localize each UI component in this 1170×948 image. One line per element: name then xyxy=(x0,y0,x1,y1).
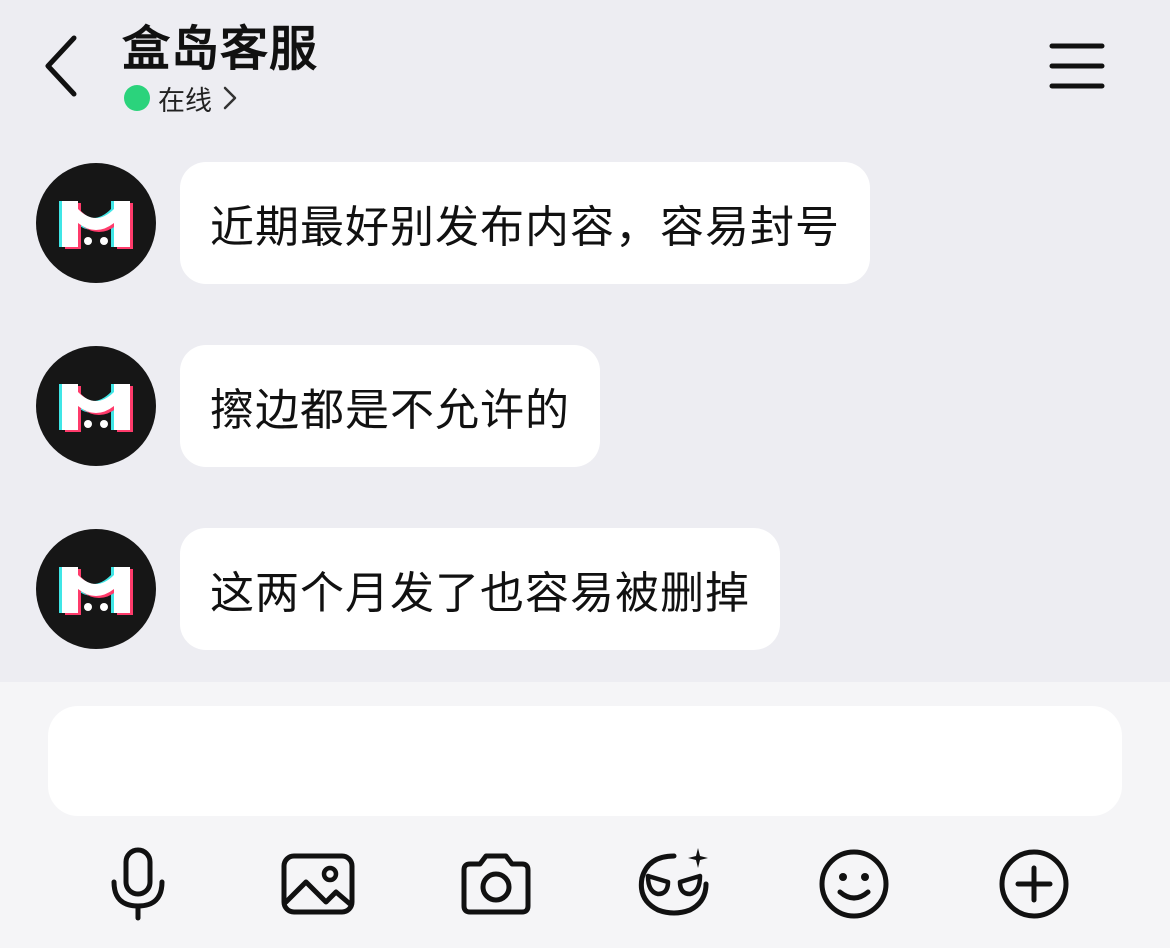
chat-header: 盒岛客服 在线 xyxy=(0,0,1170,130)
image-button[interactable] xyxy=(278,844,358,924)
page-title: 盒岛客服 xyxy=(122,21,319,77)
camera-button[interactable] xyxy=(456,844,536,924)
emoji-icon xyxy=(819,849,889,919)
back-button[interactable] xyxy=(36,30,92,102)
voice-button[interactable] xyxy=(98,844,178,924)
ai-assistant-button[interactable] xyxy=(634,844,714,924)
hamburger-menu-icon xyxy=(1049,43,1105,89)
emoji-button[interactable] xyxy=(814,844,894,924)
status-text: 在线 xyxy=(158,85,212,117)
more-button[interactable] xyxy=(994,844,1074,924)
message-row: 擦边都是不允许的 xyxy=(36,345,600,467)
plus-circle-icon xyxy=(999,849,1069,919)
message-bubble[interactable]: 近期最好别发布内容，容易封号 xyxy=(180,162,870,284)
avatar[interactable] xyxy=(36,163,156,283)
chevron-right-icon xyxy=(223,86,237,110)
brand-logo-icon xyxy=(59,201,133,249)
message-bubble[interactable]: 这两个月发了也容易被删掉 xyxy=(180,528,780,650)
avatar[interactable] xyxy=(36,529,156,649)
chevron-left-icon xyxy=(45,35,77,97)
message-input[interactable] xyxy=(48,706,1122,816)
camera-icon xyxy=(461,853,531,915)
online-dot-icon xyxy=(124,85,150,111)
chat-screen: 盒岛客服 在线 近期最好别发布内容，容易封号 擦边都是不允许的 这两个月发了也容… xyxy=(0,0,1170,948)
message-row: 近期最好别发布内容，容易封号 xyxy=(36,162,870,284)
microphone-icon xyxy=(111,847,165,921)
image-icon xyxy=(281,853,355,915)
avatar[interactable] xyxy=(36,346,156,466)
composer xyxy=(0,682,1170,948)
brand-logo-icon xyxy=(59,567,133,615)
brand-logo-icon xyxy=(59,384,133,432)
online-status[interactable]: 在线 xyxy=(124,82,238,117)
message-row: 这两个月发了也容易被删掉 xyxy=(36,528,780,650)
ai-mask-icon xyxy=(638,848,709,916)
menu-button[interactable] xyxy=(1048,40,1106,92)
message-bubble[interactable]: 擦边都是不允许的 xyxy=(180,345,600,467)
